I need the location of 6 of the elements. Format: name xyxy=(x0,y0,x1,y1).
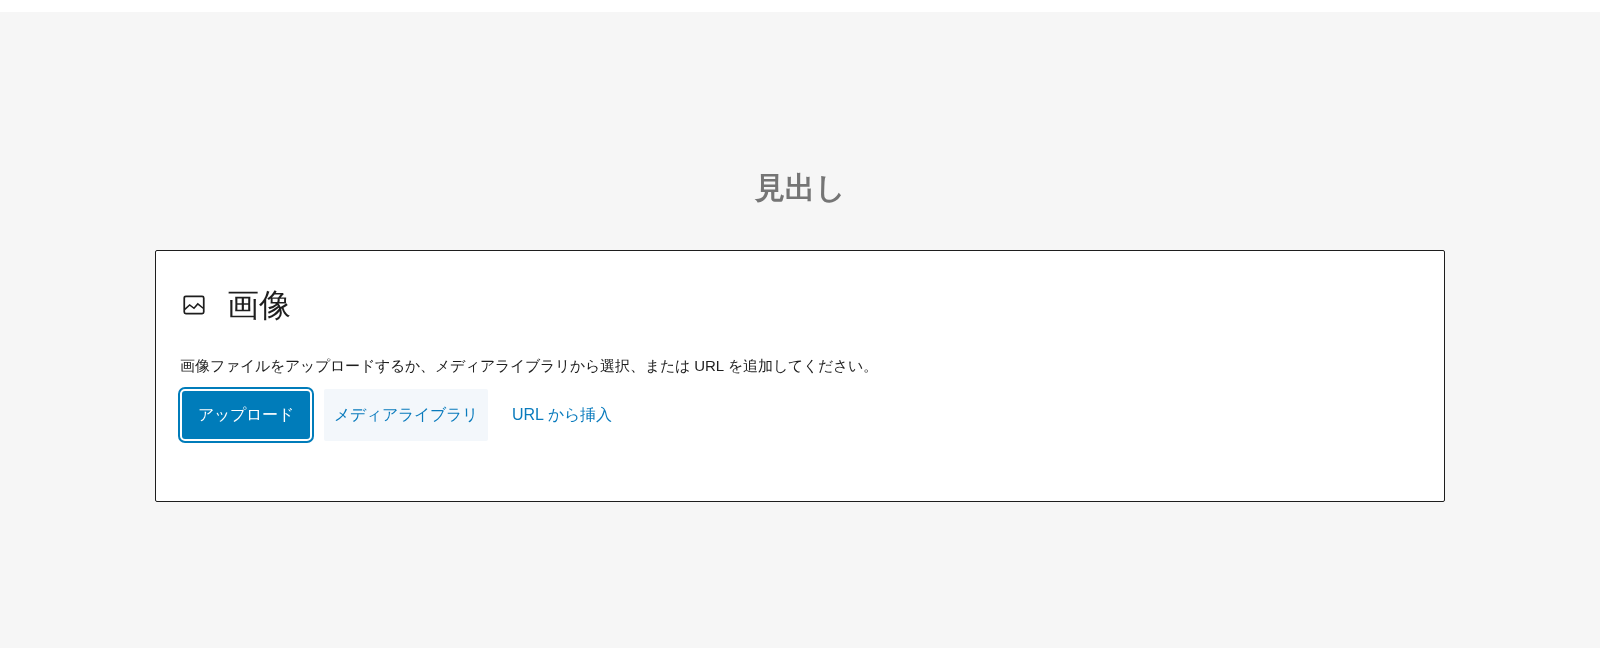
media-library-button[interactable]: メディアライブラリ xyxy=(324,389,488,441)
image-icon xyxy=(181,292,207,318)
heading: 見出し xyxy=(754,170,846,206)
block-title: 画像 xyxy=(227,286,291,325)
block-instructions: 画像ファイルをアップロードするか、メディアライブラリから選択、または URL を追加してください。 xyxy=(180,356,879,376)
insert-url-link[interactable]: URL から挿入 xyxy=(502,389,622,441)
